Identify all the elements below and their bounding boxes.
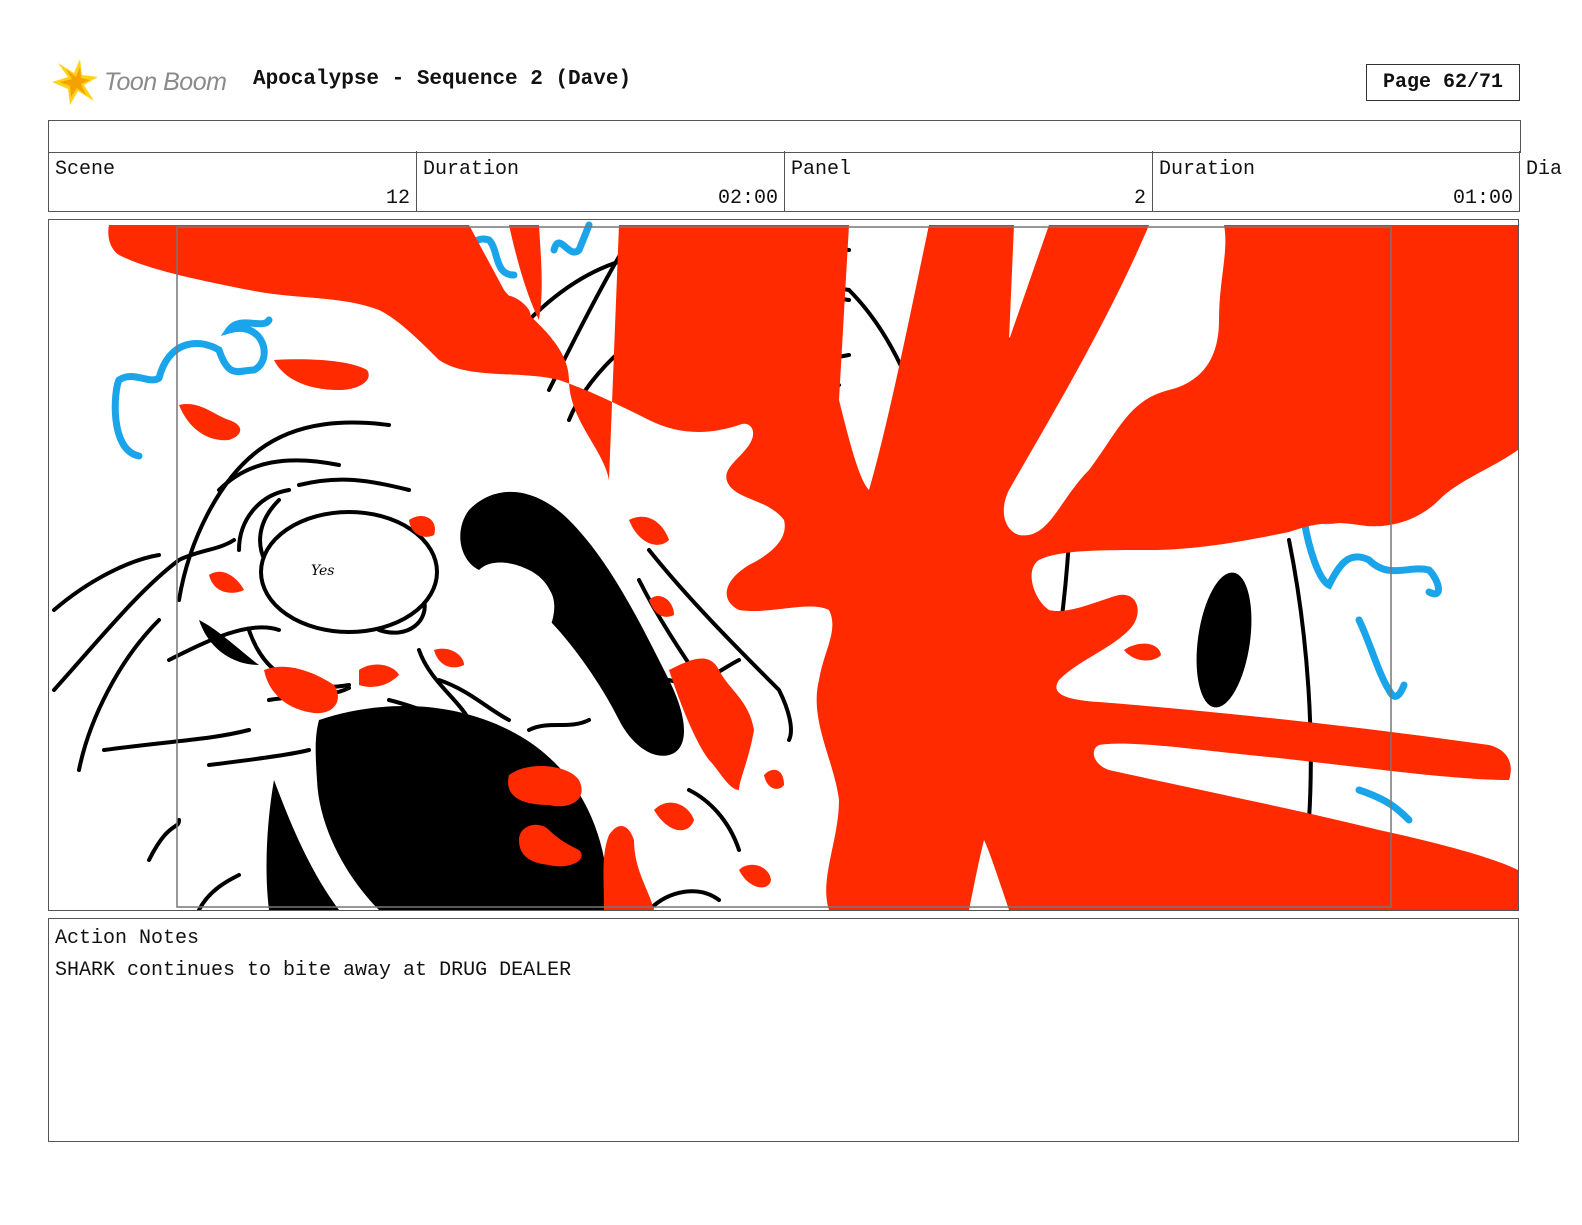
starburst-icon bbox=[52, 59, 98, 105]
action-notes-label: Action Notes bbox=[55, 927, 200, 950]
panel-cell: Panel 2 bbox=[784, 151, 1153, 212]
scene-cell: Scene 12 bbox=[48, 151, 417, 212]
panel-value: 2 bbox=[1133, 187, 1146, 210]
scene-info-row: Scene 12 Duration 02:00 Panel 2 Duration… bbox=[48, 151, 1582, 213]
page-indicator: Page 62/71 bbox=[1366, 64, 1520, 101]
panel-duration-value: 01:00 bbox=[1452, 187, 1513, 210]
dialogue-label: Dia bbox=[1526, 158, 1563, 181]
panel-label: Panel bbox=[791, 158, 852, 181]
logo-text: Toon Boom bbox=[104, 67, 227, 96]
scene-duration-label: Duration bbox=[423, 158, 520, 181]
dialogue-cell: Dia bbox=[1520, 151, 1582, 212]
eye: Yes bbox=[259, 510, 439, 634]
panel-duration-label: Duration bbox=[1159, 158, 1256, 181]
toon-boom-logo: Toon Boom bbox=[50, 56, 227, 108]
blank-header-row bbox=[48, 120, 1521, 153]
action-notes-box: Action Notes SHARK continues to bite awa… bbox=[48, 918, 1519, 1142]
scene-duration-value: 02:00 bbox=[717, 187, 778, 210]
scene-label: Scene bbox=[55, 158, 116, 181]
storyboard-drawing: Yes bbox=[52, 221, 1518, 910]
panel-duration-cell: Duration 01:00 bbox=[1152, 151, 1520, 212]
storyboard-panel: Yes bbox=[48, 219, 1519, 911]
document-title: Apocalypse - Sequence 2 (Dave) bbox=[253, 68, 632, 91]
scribble-text: Yes bbox=[311, 563, 335, 579]
scene-value: 12 bbox=[385, 187, 410, 210]
action-notes-text: SHARK continues to bite away at DRUG DEA… bbox=[55, 959, 572, 982]
scene-duration-cell: Duration 02:00 bbox=[416, 151, 785, 212]
